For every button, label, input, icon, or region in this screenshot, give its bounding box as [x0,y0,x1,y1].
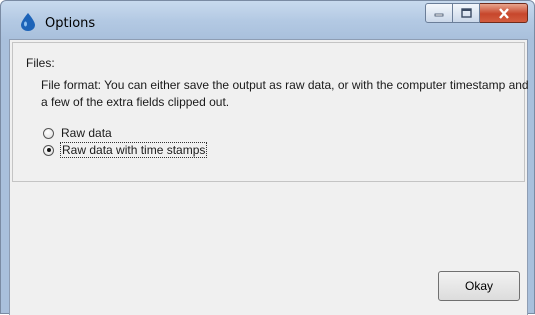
raw-data-with-time-stamps-radio[interactable] [43,144,54,156]
window-title: Options [45,16,96,31]
close-icon [498,7,509,19]
raw-data-with-time-stamps-label[interactable]: Raw data with time stamps [59,142,208,158]
okay-button[interactable]: Okay [438,271,520,301]
dialog-client-area: Files: File format: You can either save … [9,39,529,315]
minimize-icon [434,13,444,17]
file-format-description: File format: You can either save the out… [41,78,529,109]
water-drop-icon [21,13,35,31]
files-label: Files: [26,56,55,70]
options-window: Options Files: File format: You can eith… [0,0,535,315]
title-bar[interactable]: Options [1,1,534,39]
raw-data-radio[interactable] [43,127,54,139]
close-button[interactable] [480,3,528,23]
raw-data-label[interactable]: Raw data [61,126,112,140]
raw-data-option[interactable]: Raw data [43,126,112,140]
raw-data-with-time-stamps-option[interactable]: Raw data with time stamps [43,142,208,158]
files-group: Files: File format: You can either save … [12,42,529,182]
maximize-icon [460,8,472,18]
minimize-button[interactable] [425,3,453,23]
caption-buttons [425,3,528,25]
maximize-button[interactable] [453,3,480,23]
